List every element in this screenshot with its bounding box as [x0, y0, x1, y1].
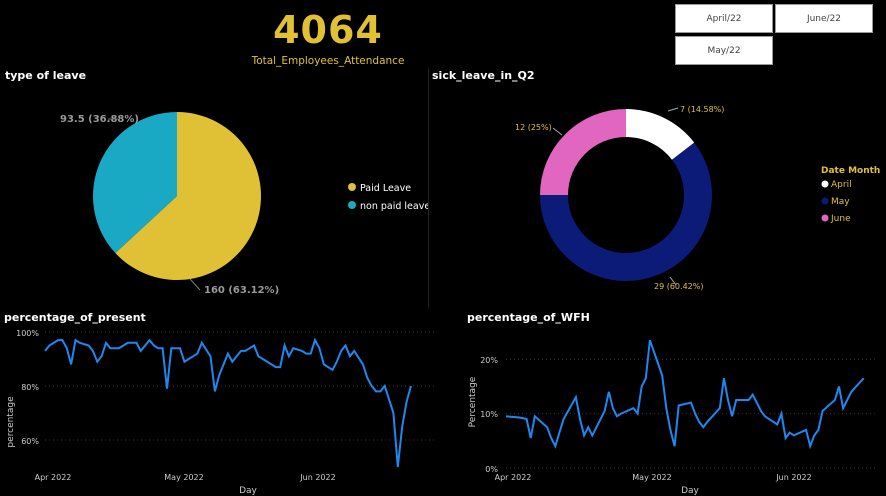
legend-label-june: June	[830, 214, 851, 224]
present-line-chart: percentage Day 100% 80% 60% Apr 2022 May…	[6, 329, 437, 496]
donut-title: sick_leave_in_Q2	[432, 69, 535, 82]
legend-label-paid: Paid Leave	[360, 183, 411, 194]
pie-data-label-paid: 160 (63.12%)	[204, 285, 279, 296]
present-x-tick: May 2022	[164, 473, 203, 482]
legend-marker-june	[821, 214, 829, 222]
legend-marker-april	[821, 180, 829, 188]
present-x-tick: Jun 2022	[299, 473, 335, 482]
present-y-tick: 80%	[21, 383, 39, 392]
legend-label-nonpaid: non paid leave	[360, 201, 428, 212]
present-y-axis-title: percentage	[6, 396, 16, 448]
legend-label-april: April	[831, 180, 852, 190]
wfh-y-tick: 20%	[480, 356, 498, 365]
wfh-x-tick: Apr 2022	[495, 473, 532, 482]
donut-chart: 7 (14.58%) 12 (25%) 29 (60.42%) Date Mon…	[515, 105, 880, 291]
slicer-option-june[interactable]: June/22	[775, 4, 873, 33]
pie-title: type of leave	[5, 69, 87, 82]
slicer-option-april[interactable]: April/22	[675, 4, 773, 33]
legend-marker-nonpaid	[348, 201, 356, 209]
donut-data-label-may: 29 (60.42%)	[654, 282, 703, 291]
donut-legend-title: Date Month	[821, 166, 880, 176]
wfh-x-tick: Jun 2022	[775, 473, 811, 482]
donut-slice-june	[540, 109, 626, 195]
wfh-y-tick: 10%	[480, 410, 498, 419]
donut-data-label-april: 7 (14.58%)	[680, 105, 724, 114]
legend-marker-paid	[348, 183, 356, 191]
donut-data-label-june: 12 (25%)	[515, 123, 552, 132]
present-series-line	[44, 337, 412, 468]
wfh-x-tick: May 2022	[632, 473, 671, 482]
wfh-x-axis-title: Day	[681, 486, 699, 496]
legend-label-may: May	[831, 197, 850, 207]
present-y-tick: 100%	[16, 329, 39, 338]
kpi-label: Total_Employees_Attendance	[251, 55, 405, 67]
kpi-value: 4064	[273, 8, 383, 52]
wfh-y-axis-title: Percentage	[468, 376, 478, 427]
present-y-tick: 60%	[21, 437, 39, 446]
slicer-option-may[interactable]: May/22	[675, 36, 773, 65]
pie-chart: 93.5 (36.88%) 160 (63.12%) Paid Leave no…	[60, 112, 428, 296]
divider	[428, 68, 429, 308]
wfh-line-chart: Percentage Day 20% 10% 0% Apr 2022 May 2…	[468, 339, 876, 496]
present-x-axis-title: Day	[239, 486, 257, 496]
wfh-series-line	[505, 339, 865, 450]
pie-data-label-nonpaid: 93.5 (36.88%)	[60, 114, 139, 125]
legend-marker-may	[821, 197, 829, 205]
present-x-tick: Apr 2022	[35, 473, 72, 482]
